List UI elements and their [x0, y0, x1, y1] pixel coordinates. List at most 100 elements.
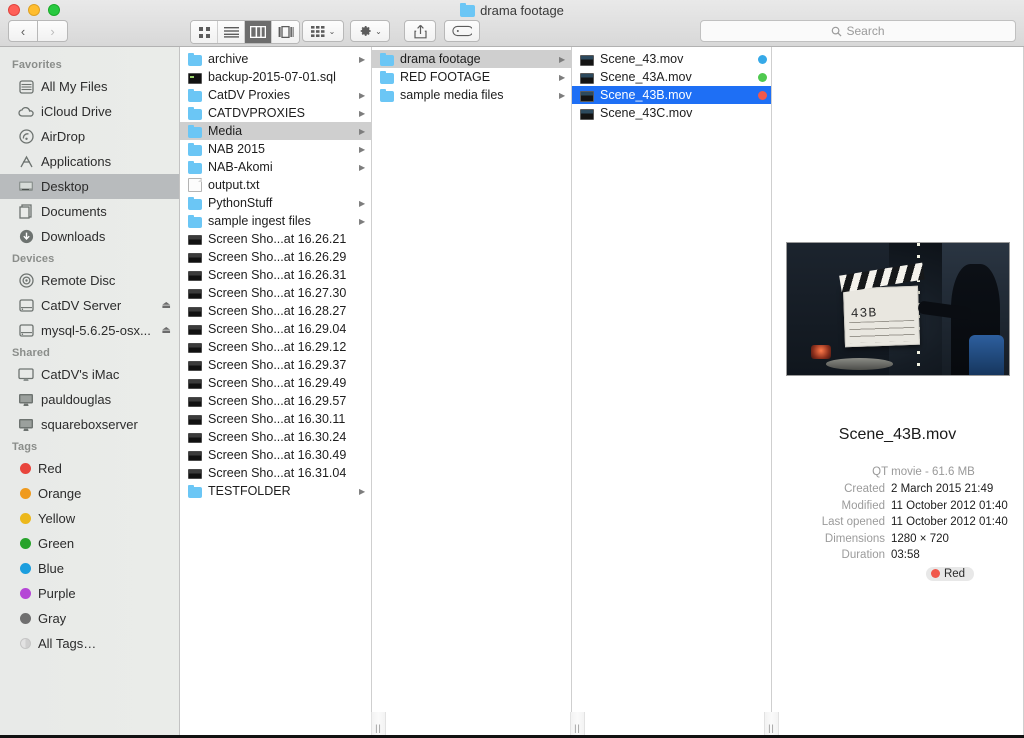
back-button[interactable]: ‹: [8, 20, 38, 42]
sidebar[interactable]: FavoritesAll My FilesiCloud DriveAirDrop…: [0, 47, 180, 738]
metadata-value: 1280 × 720: [891, 531, 949, 548]
file-name: Screen Sho...at 16.28.27: [208, 304, 367, 318]
sidebar-item-applications[interactable]: Applications: [0, 149, 179, 174]
eject-icon[interactable]: ⏏: [162, 300, 171, 311]
icon-view-button[interactable]: [191, 21, 218, 43]
eject-icon[interactable]: ⏏: [162, 325, 171, 336]
column-view-button[interactable]: [245, 21, 272, 43]
sidebar-item-desktop[interactable]: Desktop: [0, 174, 179, 199]
forward-button[interactable]: ›: [38, 20, 68, 42]
file-row[interactable]: CatDV Proxies▶: [180, 86, 371, 104]
file-row[interactable]: Screen Sho...at 16.31.04: [180, 464, 371, 482]
file-row[interactable]: backup-2015-07-01.sql: [180, 68, 371, 86]
file-row[interactable]: Scene_43C.mov: [572, 104, 771, 122]
screenshot-icon: [188, 397, 202, 407]
sidebar-heading-shared: Shared: [0, 343, 179, 362]
file-row[interactable]: Screen Sho...at 16.28.27: [180, 302, 371, 320]
file-row[interactable]: Screen Sho...at 16.26.29: [180, 248, 371, 266]
sidebar-item-mysql-5-6-25-osx[interactable]: mysql-5.6.25-osx...⏏: [0, 318, 179, 343]
sidebar-item-all-tags[interactable]: All Tags…: [0, 631, 179, 656]
sidebar-item-catdv-s-imac[interactable]: CatDV's iMac: [0, 362, 179, 387]
tag-button[interactable]: [444, 20, 480, 42]
file-name: CATDVPROXIES: [208, 106, 353, 120]
sidebar-item-remote-disc[interactable]: Remote Disc: [0, 268, 179, 293]
file-row[interactable]: NAB 2015▶: [180, 140, 371, 158]
coverflow-view-icon: [278, 26, 294, 38]
file-row[interactable]: Media▶: [180, 122, 371, 140]
list-view-button[interactable]: [218, 21, 245, 43]
sidebar-item-orange[interactable]: Orange: [0, 481, 179, 506]
sidebar-item-pauldouglas[interactable]: pauldouglas: [0, 387, 179, 412]
file-row[interactable]: Scene_43B.mov: [572, 86, 771, 104]
sidebar-item-squareboxserver[interactable]: squareboxserver: [0, 412, 179, 437]
coverflow-view-button[interactable]: [272, 21, 299, 43]
metadata-row: Last opened11 October 2012 01:40: [786, 514, 1009, 531]
tag-dot-icon: [20, 538, 31, 549]
file-row[interactable]: Screen Sho...at 16.26.21: [180, 230, 371, 248]
screenshot-icon: [188, 271, 202, 281]
file-row[interactable]: archive▶: [180, 50, 371, 68]
file-row[interactable]: Screen Sho...at 16.29.49: [180, 374, 371, 392]
file-row[interactable]: Scene_43.mov: [572, 50, 771, 68]
file-row[interactable]: Screen Sho...at 16.29.57: [180, 392, 371, 410]
sidebar-item-gray[interactable]: Gray: [0, 606, 179, 631]
file-name: PythonStuff: [208, 196, 353, 210]
sidebar-item-purple[interactable]: Purple: [0, 581, 179, 606]
sidebar-item-label: Applications: [41, 154, 171, 169]
sidebar-item-blue[interactable]: Blue: [0, 556, 179, 581]
file-row[interactable]: Screen Sho...at 16.27.30: [180, 284, 371, 302]
screenshot-icon: [188, 307, 202, 317]
file-row[interactable]: CATDVPROXIES▶: [180, 104, 371, 122]
search-input[interactable]: Search: [700, 20, 1016, 42]
sidebar-item-yellow[interactable]: Yellow: [0, 506, 179, 531]
file-row[interactable]: Screen Sho...at 16.26.31: [180, 266, 371, 284]
sidebar-item-catdv-server[interactable]: CatDV Server⏏: [0, 293, 179, 318]
file-row[interactable]: Screen Sho...at 16.29.12: [180, 338, 371, 356]
folder-icon: [188, 127, 202, 138]
file-row[interactable]: TESTFOLDER▶: [180, 482, 371, 500]
file-row[interactable]: drama footage▶: [372, 50, 571, 68]
file-name: Screen Sho...at 16.29.49: [208, 376, 367, 390]
all-tags-icon: [20, 638, 31, 649]
sidebar-item-green[interactable]: Green: [0, 531, 179, 556]
sidebar-item-icloud-drive[interactable]: iCloud Drive: [0, 99, 179, 124]
preview-filename: Scene_43B.mov: [839, 426, 956, 444]
file-row[interactable]: Screen Sho...at 16.30.49: [180, 446, 371, 464]
file-column-1[interactable]: archive▶backup-2015-07-01.sqlCatDV Proxi…: [180, 47, 372, 738]
file-row[interactable]: PythonStuff▶: [180, 194, 371, 212]
imac-icon: [18, 368, 34, 382]
file-row[interactable]: sample media files▶: [372, 86, 571, 104]
display-icon: [18, 392, 34, 408]
file-column-2[interactable]: drama footage▶RED FOOTAGE▶sample media f…: [372, 47, 572, 738]
sidebar-item-documents[interactable]: Documents: [0, 199, 179, 224]
sidebar-item-airdrop[interactable]: AirDrop: [0, 124, 179, 149]
arrange-button[interactable]: ⌄: [302, 20, 344, 42]
desktop-icon: [18, 180, 34, 193]
file-row[interactable]: Screen Sho...at 16.30.24: [180, 428, 371, 446]
file-row[interactable]: Screen Sho...at 16.29.04: [180, 320, 371, 338]
preview-metadata: Created2 March 2015 21:49Modified11 Octo…: [772, 481, 1023, 564]
file-row[interactable]: Screen Sho...at 16.29.37: [180, 356, 371, 374]
preview-thumbnail: 43B: [786, 242, 1010, 376]
file-row[interactable]: output.txt: [180, 176, 371, 194]
metadata-key: Last opened: [786, 514, 885, 531]
sidebar-item-red[interactable]: Red: [0, 456, 179, 481]
preview-tag-badge[interactable]: Red: [926, 567, 974, 581]
file-column-3[interactable]: Scene_43.movScene_43A.mov Scene_43B.mov Sc…: [572, 47, 772, 738]
file-name: Scene_43B.mov: [600, 88, 752, 102]
file-name: TESTFOLDER: [208, 484, 353, 498]
file-row[interactable]: Scene_43A.mov: [572, 68, 771, 86]
file-row[interactable]: sample ingest files▶: [180, 212, 371, 230]
search-icon: [831, 26, 842, 37]
file-row[interactable]: Screen Sho...at 16.30.11: [180, 410, 371, 428]
folder-icon: [188, 109, 202, 120]
sidebar-item-label: Red: [38, 461, 171, 476]
screenshot-icon: [188, 433, 202, 443]
sidebar-item-downloads[interactable]: Downloads: [0, 224, 179, 249]
file-row[interactable]: RED FOOTAGE▶: [372, 68, 571, 86]
action-menu-button[interactable]: ⌄: [350, 20, 390, 42]
metadata-row: Dimensions1280 × 720: [786, 531, 1009, 548]
file-row[interactable]: NAB-Akomi▶: [180, 158, 371, 176]
share-button[interactable]: [404, 20, 436, 42]
sidebar-item-all-my-files[interactable]: All My Files: [0, 74, 179, 99]
